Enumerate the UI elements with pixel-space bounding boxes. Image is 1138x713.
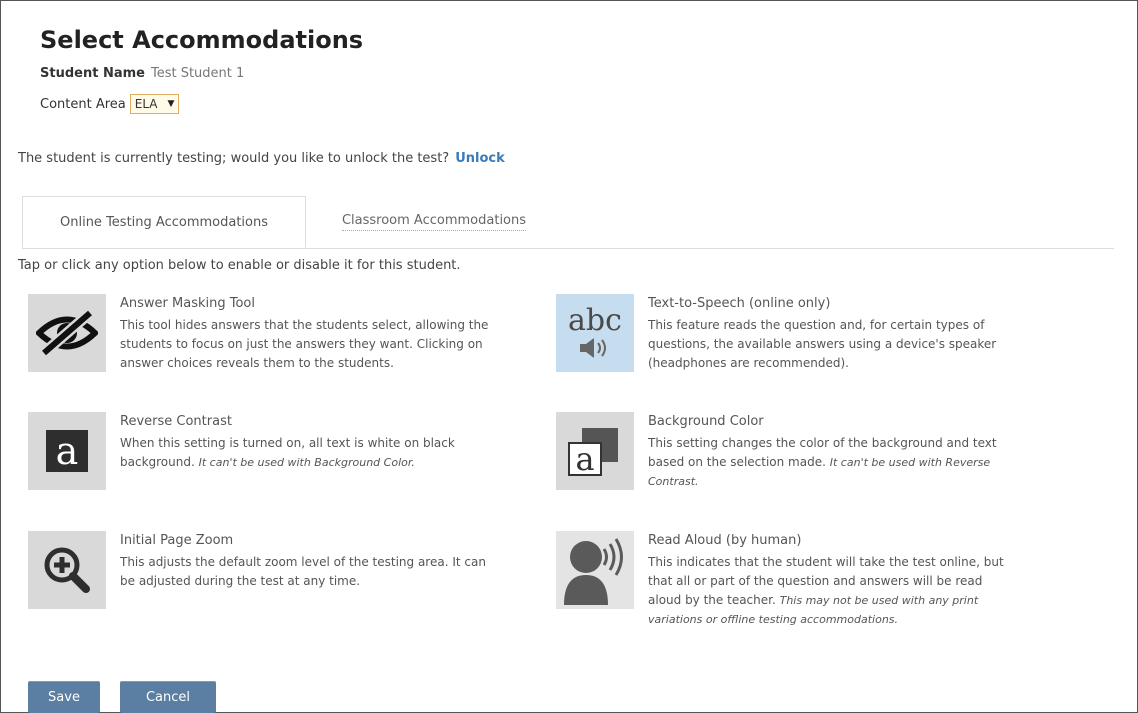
option-background-color[interactable]: a Background Color This setting changes … (556, 412, 997, 491)
unlock-link[interactable]: Unlock (455, 151, 505, 166)
reverse-contrast-glyph: a (46, 430, 88, 472)
option-reverse-contrast-title: Reverse Contrast (120, 414, 232, 429)
option-desc-line: This tool hides answers that the student… (120, 318, 489, 332)
content-area-select[interactable]: ELA ▼ (129, 94, 180, 114)
option-text-to-speech[interactable]: abc Text-to-Speech (online only) This fe… (556, 294, 996, 373)
option-text-to-speech-title: Text-to-Speech (online only) (648, 296, 831, 311)
instruction-text: Tap or click any option below to enable … (18, 258, 461, 273)
student-name-row: Student Name Test Student 1 (40, 66, 244, 81)
option-desc-line: This indicates that the student will tak… (648, 555, 1004, 569)
option-desc-line: This feature reads the question and, for… (648, 318, 985, 332)
option-desc-line: background. It can't be used with Backgr… (120, 453, 455, 472)
option-initial-page-zoom[interactable]: Initial Page Zoom This adjusts the defau… (28, 531, 486, 609)
option-read-aloud[interactable]: Read Aloud (by human) This indicates tha… (556, 531, 1004, 629)
option-desc-text: background. (120, 455, 195, 469)
option-desc-line: based on the selection made. It can't be… (648, 453, 997, 472)
unlock-message: The student is currently testing; would … (18, 151, 505, 166)
tab-online-testing[interactable]: Online Testing Accommodations (22, 196, 306, 248)
content-area-label: Content Area (40, 96, 126, 112)
option-desc-text: based on the selection made. (648, 455, 826, 469)
option-answer-masking[interactable]: Answer Masking Tool This tool hides answ… (28, 294, 488, 373)
eye-slash-icon (28, 294, 106, 372)
tab-classroom-label: Classroom Accommodations (341, 213, 527, 231)
student-name-label: Student Name (40, 66, 145, 81)
option-desc-note: variations or offline testing accommodat… (648, 613, 899, 626)
dropdown-arrow-icon: ▼ (167, 99, 175, 109)
text-to-speech-icon: abc (556, 294, 634, 372)
option-desc-line: that all or part of the question and ans… (648, 574, 983, 588)
option-desc-line: Contrast. (648, 472, 997, 491)
option-initial-page-zoom-text: Initial Page Zoom This adjusts the defau… (120, 531, 486, 609)
option-desc-line: questions, the available answers using a… (648, 337, 997, 351)
option-desc-line: students to focus on just the answers th… (120, 337, 483, 351)
speaker-icon (580, 338, 606, 358)
tab-classroom[interactable]: Classroom Accommodations (324, 196, 544, 248)
option-desc-note: It can't be used with Reverse (829, 456, 991, 469)
option-initial-page-zoom-title: Initial Page Zoom (120, 533, 234, 548)
cancel-button[interactable]: Cancel (120, 681, 216, 713)
option-desc-line: be adjusted during the test at any time. (120, 574, 361, 588)
content-area-value: ELA (134, 97, 158, 111)
option-reverse-contrast[interactable]: a Reverse Contrast When this setting is … (28, 412, 455, 490)
accommodation-tabs: Online Testing Accommodations Classroom … (22, 196, 1114, 249)
option-desc-line: aloud by the teacher. This may not be us… (648, 591, 1004, 610)
option-desc-line: When this setting is turned on, all text… (120, 436, 455, 450)
option-answer-masking-title: Answer Masking Tool (120, 296, 255, 311)
abc-glyph: abc (568, 303, 622, 338)
content-area-row: Content Area ELA ▼ (40, 94, 180, 114)
background-color-glyph: a (568, 442, 602, 476)
reverse-contrast-icon: a (28, 412, 106, 490)
option-desc-text: aloud by the teacher. (648, 593, 776, 607)
option-desc-note: Contrast. (648, 475, 699, 488)
option-desc-note: This may not be used with any print (779, 594, 979, 607)
student-name-value: Test Student 1 (150, 66, 245, 81)
unlock-message-text: The student is currently testing; would … (18, 151, 450, 166)
option-read-aloud-title: Read Aloud (by human) (648, 533, 802, 548)
option-desc-line: This setting changes the color of the ba… (648, 436, 997, 450)
option-reverse-contrast-text: Reverse Contrast When this setting is tu… (120, 412, 455, 490)
option-background-color-text: Background Color This setting changes th… (648, 412, 997, 491)
option-text-to-speech-text: Text-to-Speech (online only) This featur… (648, 294, 996, 373)
option-desc-line: variations or offline testing accommodat… (648, 610, 1004, 629)
zoom-in-icon (28, 531, 106, 609)
option-desc-line: answer choices reveals them to the stude… (120, 356, 394, 370)
option-answer-masking-text: Answer Masking Tool This tool hides answ… (120, 294, 488, 373)
background-color-icon: a (556, 412, 634, 490)
option-desc-note: It can't be used with Background Color. (198, 456, 415, 469)
page-title: Select Accommodations (40, 26, 364, 54)
option-background-color-title: Background Color (648, 414, 764, 429)
option-desc-line: This adjusts the default zoom level of t… (120, 555, 486, 569)
tab-online-testing-label: Online Testing Accommodations (60, 214, 268, 230)
read-aloud-icon (556, 531, 634, 609)
option-desc-line: (headphones are recommended). (648, 356, 849, 370)
option-read-aloud-text: Read Aloud (by human) This indicates tha… (648, 531, 1004, 629)
save-button[interactable]: Save (28, 681, 100, 713)
